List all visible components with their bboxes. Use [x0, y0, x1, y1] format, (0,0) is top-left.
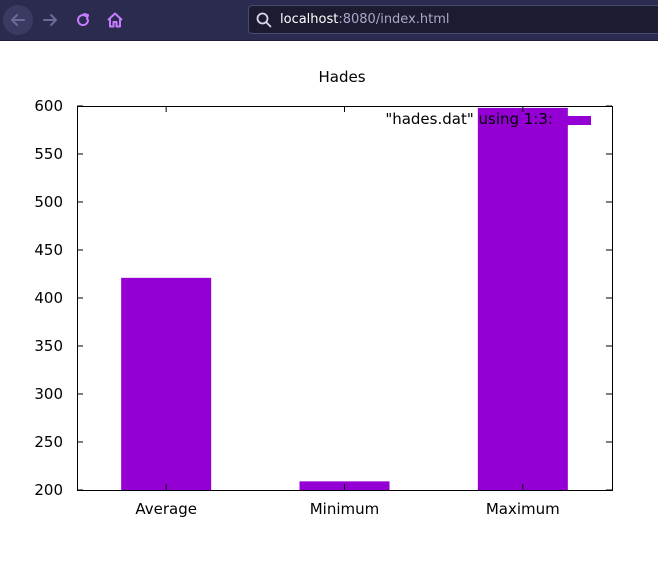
- bars-layer: [121, 107, 568, 491]
- x-tick-label: Maximum: [486, 500, 560, 518]
- y-tick-label: 550: [34, 145, 63, 163]
- x-tick-label: Average: [135, 500, 197, 518]
- y-tick-label: 200: [34, 481, 63, 499]
- y-tick-label: 600: [34, 97, 63, 115]
- y-tick-label: 450: [34, 241, 63, 259]
- chart-area: Hades Average Minimum Maximum 200 250 300 350 4…: [0, 40, 658, 582]
- browser-toolbar: localhost:8080/index.html: [0, 0, 658, 41]
- legend-label: "hades.dat" using 1:3:: [385, 110, 553, 128]
- x-tick-label: Minimum: [310, 500, 380, 518]
- arrow-left-icon: [11, 14, 25, 26]
- reload-button[interactable]: [68, 5, 98, 35]
- url-text: localhost:8080/index.html: [280, 12, 450, 28]
- y-tick-label: 400: [34, 289, 63, 307]
- url-path: :8080/index.html: [338, 12, 450, 27]
- home-button[interactable]: [100, 5, 130, 35]
- bar-average: [121, 277, 212, 490]
- legend-swatch: [563, 116, 591, 125]
- reload-icon: [77, 13, 90, 27]
- arrow-right-icon: [43, 14, 57, 26]
- back-button[interactable]: [3, 5, 33, 35]
- y-tick-label: 250: [34, 433, 63, 451]
- y-tick-label: 300: [34, 385, 63, 403]
- bar-maximum: [477, 107, 568, 491]
- y-tick-label: 500: [34, 193, 63, 211]
- home-icon: [107, 12, 123, 28]
- url-host: localhost: [280, 12, 339, 27]
- search-icon: [256, 12, 272, 28]
- chart-title: Hades: [318, 68, 365, 86]
- forward-button[interactable]: [35, 5, 65, 35]
- bar-chart: Hades Average Minimum Maximum 200 250 300 350 4…: [34, 68, 613, 518]
- address-bar[interactable]: localhost:8080/index.html: [248, 5, 658, 34]
- y-tick-label: 350: [34, 337, 63, 355]
